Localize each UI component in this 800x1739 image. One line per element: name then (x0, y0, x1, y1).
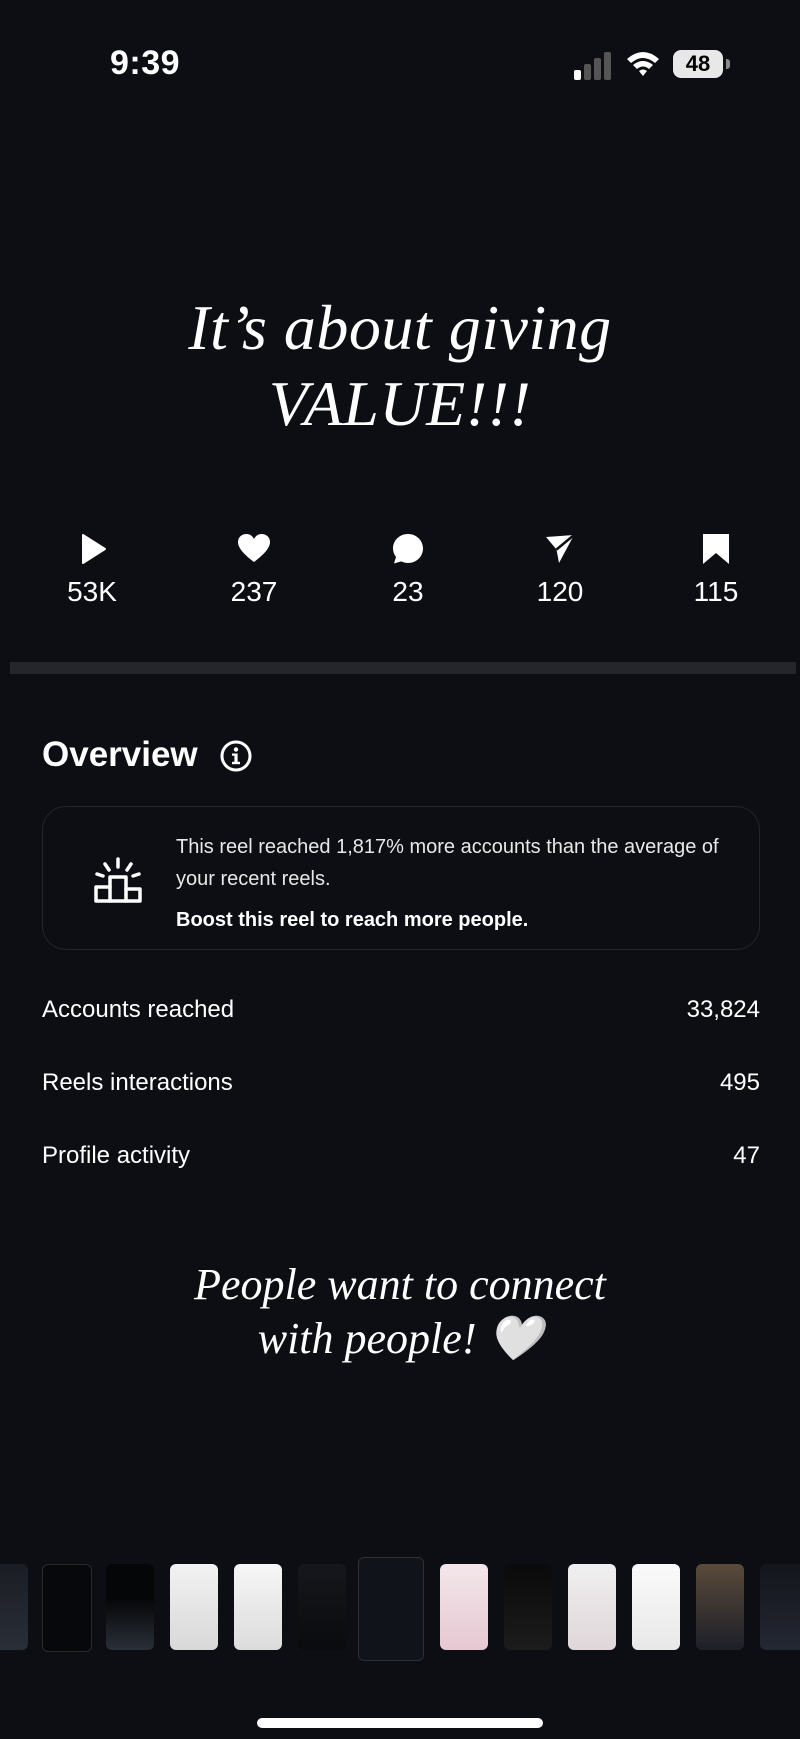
tagline-line-2: with people! 🤍 (257, 1314, 543, 1363)
boost-insight-card[interactable]: This reel reached 1,817% more accounts t… (42, 806, 760, 950)
stat-saves: 115 (656, 532, 776, 608)
metric-label: Profile activity (42, 1142, 191, 1169)
stat-value: 120 (536, 576, 584, 607)
story-thumbnail[interactable] (440, 1564, 488, 1650)
metric-accounts-reached[interactable]: Accounts reached 33,824 (42, 996, 760, 1036)
metric-value: 33,824 (686, 996, 760, 1023)
status-bar: 9:39 48 (0, 0, 800, 120)
reel-stats-row: 53K 237 23 120 115 (0, 532, 800, 622)
reel-headline: It’s about giving VALUE!!! (0, 290, 800, 442)
wifi-icon (627, 52, 659, 76)
metric-reels-interactions[interactable]: Reels interactions 495 (42, 1069, 760, 1109)
metric-value: 495 (719, 1069, 760, 1096)
stat-likes: 237 (194, 532, 314, 608)
insight-text: This reel reached 1,817% more accounts t… (176, 836, 719, 890)
stat-value: 53K (67, 576, 117, 607)
metric-value: 47 (733, 1142, 760, 1169)
story-thumbnail[interactable] (760, 1564, 800, 1650)
stat-comments: 23 (348, 532, 468, 608)
story-thumbnail[interactable] (696, 1564, 744, 1650)
info-icon[interactable] (220, 740, 252, 772)
section-divider (10, 662, 796, 674)
story-thumbnail[interactable] (170, 1564, 218, 1650)
story-thumbnail[interactable] (42, 1564, 92, 1652)
status-time: 9:39 (110, 44, 181, 82)
play-icon (82, 534, 106, 564)
battery-icon: 48 (673, 50, 733, 80)
stat-shares: 120 (500, 532, 620, 608)
bookmark-icon (703, 534, 729, 564)
metric-label: Reels interactions (42, 1069, 233, 1096)
story-thumbnail[interactable] (234, 1564, 282, 1650)
battery-percent: 48 (685, 51, 711, 76)
story-thumbnail-selected[interactable] (358, 1557, 424, 1661)
podium-icon (94, 857, 142, 903)
story-thumbnail[interactable] (106, 1564, 154, 1650)
story-thumbnail[interactable] (0, 1564, 28, 1650)
story-tagline: People want to connect with people! 🤍 (0, 1258, 800, 1366)
boost-reel-link[interactable]: Boost this reel to reach more people. (176, 909, 528, 932)
share-icon (546, 534, 575, 563)
headline-line-2: VALUE!!! (268, 368, 532, 439)
stat-value: 115 (693, 576, 739, 607)
stat-value: 23 (392, 576, 424, 607)
story-thumbnail[interactable] (298, 1564, 346, 1650)
story-thumbnail[interactable] (568, 1564, 616, 1650)
comment-icon (393, 534, 423, 564)
signal-icon (574, 52, 611, 80)
headline-line-1: It’s about giving (188, 292, 612, 363)
overview-title: Overview (42, 735, 198, 774)
home-indicator[interactable] (257, 1718, 543, 1728)
heart-icon (238, 534, 270, 562)
tagline-line-1: People want to connect (194, 1260, 606, 1309)
story-thumbnail[interactable] (632, 1564, 680, 1650)
stat-value: 237 (230, 576, 278, 607)
metric-profile-activity[interactable]: Profile activity 47 (42, 1142, 760, 1182)
story-thumbnail[interactable] (504, 1564, 552, 1650)
metric-label: Accounts reached (42, 996, 235, 1023)
stat-plays: 53K (32, 532, 152, 608)
story-thumbnail-strip[interactable] (0, 1557, 800, 1670)
